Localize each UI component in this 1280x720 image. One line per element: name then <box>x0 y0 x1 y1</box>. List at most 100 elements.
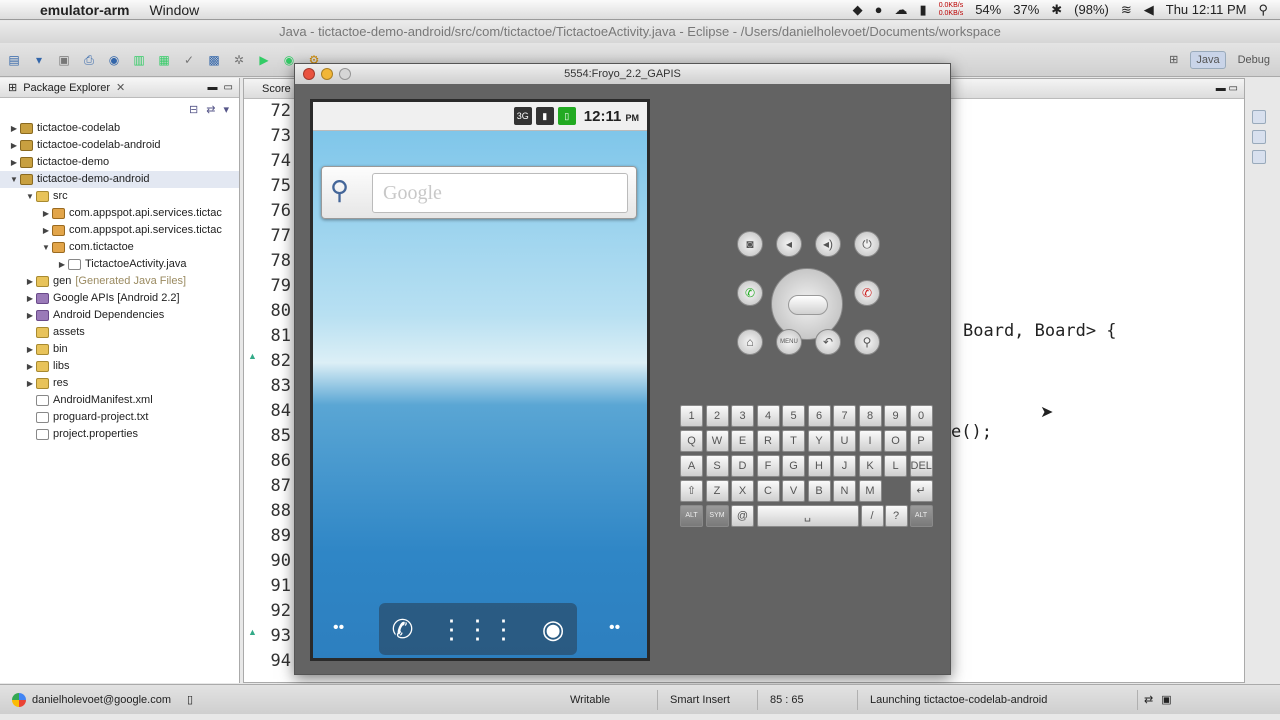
key-space[interactable]: ␣ <box>756 505 859 527</box>
collapsed-arrow-icon[interactable]: ▶ <box>24 341 36 358</box>
search-input[interactable]: Google <box>372 173 628 213</box>
collapsed-arrow-icon[interactable]: ▶ <box>24 307 36 324</box>
run-icon[interactable]: ▶ <box>256 52 272 68</box>
dropbox-icon[interactable]: ◆ <box>853 2 863 18</box>
power-icon[interactable]: ⏻ <box>854 231 880 257</box>
minimize-window-icon[interactable] <box>321 68 333 80</box>
key-c[interactable]: C <box>756 480 780 502</box>
key-k[interactable]: K <box>858 455 882 477</box>
key-e[interactable]: E <box>731 430 754 452</box>
key-w[interactable]: W <box>705 430 729 452</box>
tree-item[interactable]: ▶ tictactoe-codelab-android <box>0 137 239 154</box>
code-fragment[interactable]: Board, Board> { <box>963 321 1117 341</box>
android-sdk-icon[interactable]: ▥ <box>131 52 147 68</box>
expanded-arrow-icon[interactable]: ▼ <box>40 239 52 256</box>
key-y[interactable]: Y <box>807 430 831 452</box>
key-6[interactable]: 6 <box>807 405 831 427</box>
key-x[interactable]: X <box>731 480 754 502</box>
close-icon[interactable]: ✕ <box>116 81 125 94</box>
tree-item[interactable]: assets <box>0 324 239 341</box>
device-screen[interactable]: 3G ▮ ▯ 12:11 PM ⚲ Google •• ✆ ⋮⋮⋮ ◉ •• <box>310 99 650 661</box>
key-h[interactable]: H <box>807 455 831 477</box>
right-page-indicator[interactable]: •• <box>609 619 620 637</box>
volume-up-icon[interactable]: ◂) <box>815 231 841 257</box>
key-8[interactable]: 8 <box>858 405 882 427</box>
key-0[interactable]: 0 <box>909 405 933 427</box>
camera-icon[interactable]: ◙ <box>737 231 763 257</box>
key-o[interactable]: O <box>884 430 907 452</box>
key-alt[interactable]: ALT <box>680 505 703 527</box>
maximize-icon[interactable]: ▭ <box>224 82 233 93</box>
key-del[interactable]: DEL <box>909 455 933 477</box>
tree-item[interactable]: ▶ Android Dependencies <box>0 307 239 324</box>
key-sym[interactable]: SYM <box>705 505 729 527</box>
key-v[interactable]: V <box>782 480 805 502</box>
task-list-icon[interactable] <box>1252 130 1266 144</box>
console-icon[interactable] <box>1252 150 1266 164</box>
key-l[interactable]: L <box>884 455 907 477</box>
new-icon[interactable]: ▤ <box>6 52 22 68</box>
tree-item[interactable]: ▶ res <box>0 375 239 392</box>
save-icon[interactable]: ▣ <box>56 52 72 68</box>
app-drawer-icon[interactable]: ⋮⋮⋮ <box>439 614 517 645</box>
java-perspective[interactable]: Java <box>1190 50 1226 69</box>
collapsed-arrow-icon[interactable]: ▶ <box>24 273 36 290</box>
package-explorer-title[interactable]: Package Explorer <box>23 82 110 94</box>
wifi-icon[interactable]: ≋ <box>1121 2 1132 18</box>
phone-icon[interactable]: ✆ <box>392 614 414 645</box>
override-marker-icon[interactable]: ▲ <box>248 351 257 361</box>
avd-manager-icon[interactable]: ▦ <box>156 52 172 68</box>
collapsed-arrow-icon[interactable]: ▶ <box>24 358 36 375</box>
key-p[interactable]: P <box>909 430 933 452</box>
maximize-icon[interactable]: ▭ <box>1229 83 1238 94</box>
end-call-icon[interactable]: ✆ <box>854 280 880 306</box>
key-q[interactable]: Q <box>680 430 703 452</box>
search-icon[interactable]: ⚲ <box>330 175 349 206</box>
tree-item[interactable]: proguard-project.txt <box>0 409 239 426</box>
expanded-arrow-icon[interactable]: ▼ <box>8 171 20 188</box>
fast-view-icon[interactable]: ▯ <box>187 693 193 706</box>
browser-icon[interactable]: ◉ <box>542 614 565 645</box>
key-j[interactable]: J <box>833 455 856 477</box>
key-a[interactable]: A <box>680 455 703 477</box>
dpad-center-button[interactable] <box>788 295 828 315</box>
tree-item[interactable]: AndroidManifest.xml <box>0 392 239 409</box>
tree-item[interactable]: ▶ bin <box>0 341 239 358</box>
key-u[interactable]: U <box>833 430 856 452</box>
home-wallpaper[interactable]: ⚲ Google •• ✆ ⋮⋮⋮ ◉ •• <box>313 131 647 658</box>
check-icon[interactable]: ✓ <box>181 52 197 68</box>
collapsed-arrow-icon[interactable]: ▶ <box>56 256 68 273</box>
link-editor-icon[interactable]: ⇄ <box>206 103 215 116</box>
key-@[interactable]: @ <box>731 505 754 527</box>
key-t[interactable]: T <box>782 430 805 452</box>
spotlight-icon[interactable]: ⚲ <box>1258 2 1268 18</box>
account-email[interactable]: danielholevoet@google.com <box>32 694 171 706</box>
expanded-arrow-icon[interactable]: ▼ <box>24 188 36 205</box>
cpu-indicator[interactable]: 54% <box>975 2 1001 17</box>
google-search-widget[interactable]: ⚲ Google <box>321 166 637 219</box>
view-menu-icon[interactable]: ▾ <box>223 103 229 116</box>
collapsed-arrow-icon[interactable]: ▶ <box>24 375 36 392</box>
left-page-indicator[interactable]: •• <box>333 619 344 637</box>
key-r[interactable]: R <box>756 430 780 452</box>
minimize-icon[interactable]: ▬ <box>208 82 218 93</box>
notification-icon[interactable]: ☁ <box>895 2 908 18</box>
call-icon[interactable]: ✆ <box>737 280 763 306</box>
outline-icon[interactable] <box>1252 110 1266 124</box>
minimize-icon[interactable]: ▬ <box>1216 83 1226 94</box>
key-s[interactable]: S <box>705 455 729 477</box>
tree-item[interactable]: ▶ Google APIs [Android 2.2] <box>0 290 239 307</box>
key-?[interactable]: ? <box>884 505 908 527</box>
tree-item[interactable]: ▶ gen [Generated Java Files] <box>0 273 239 290</box>
key-b[interactable]: B <box>807 480 831 502</box>
close-window-icon[interactable] <box>303 68 315 80</box>
tree-item[interactable]: ▶ tictactoe-codelab <box>0 120 239 137</box>
key-1[interactable]: 1 <box>680 405 703 427</box>
collapsed-arrow-icon[interactable]: ▶ <box>24 290 36 307</box>
collapsed-arrow-icon[interactable]: ▶ <box>8 137 20 154</box>
debug-icon[interactable]: ✲ <box>231 52 247 68</box>
key-3[interactable]: 3 <box>731 405 754 427</box>
key-alt[interactable]: ALT <box>909 505 933 527</box>
tree-item[interactable]: ▶ libs <box>0 358 239 375</box>
tree-item[interactable]: ▶ com.appspot.api.services.tictac <box>0 205 239 222</box>
